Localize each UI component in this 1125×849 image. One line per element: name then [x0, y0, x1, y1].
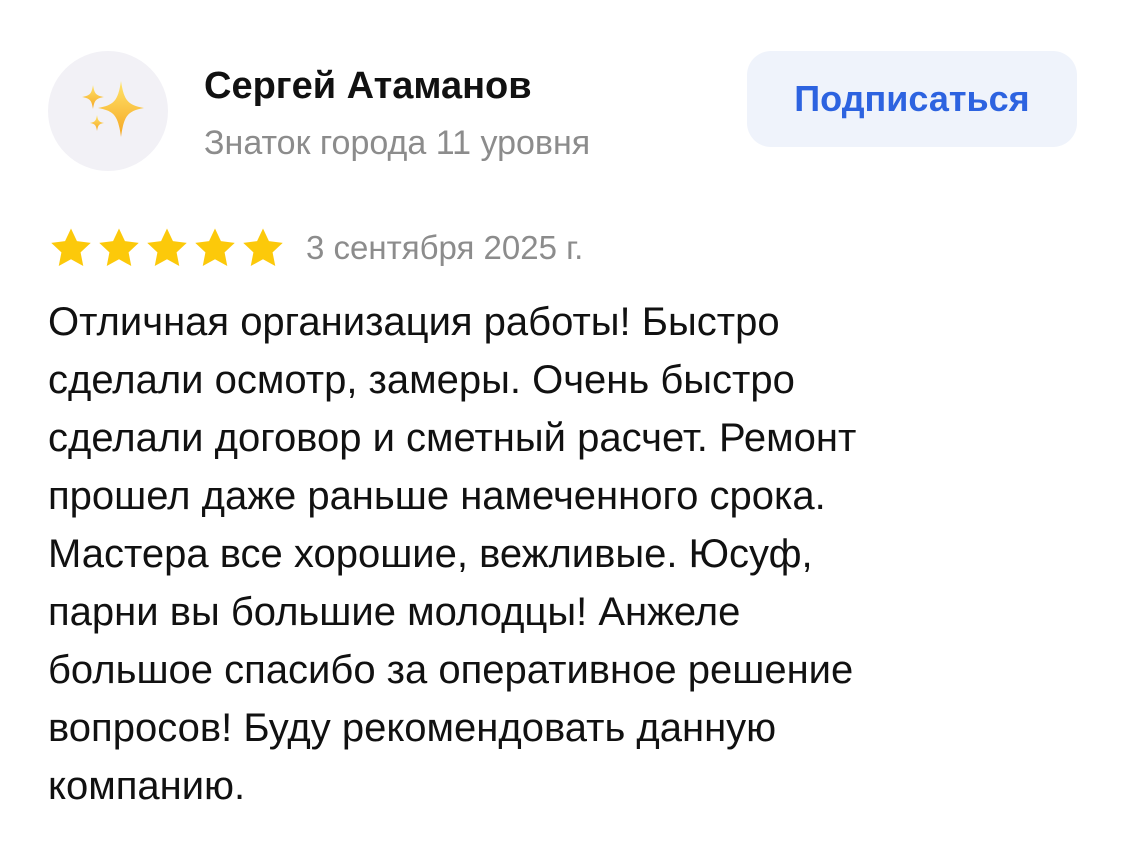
author-level: Знаток города 11 уровня [204, 124, 591, 162]
subscribe-button[interactable]: Подписаться [747, 51, 1077, 147]
sparkles-icon [82, 81, 144, 137]
rating-row: 3 сентября 2025 г. [48, 222, 583, 274]
star-icon [99, 228, 139, 267]
author-name[interactable]: Сергей Атаманов [204, 62, 532, 110]
star-icon [195, 228, 235, 267]
rating-stars [48, 225, 286, 271]
star-icon [51, 228, 91, 267]
star-icon [147, 228, 187, 267]
review-text: Отличная организация работы! Быстро сдел… [48, 300, 857, 808]
star-icon [243, 228, 283, 267]
avatar[interactable] [48, 51, 168, 171]
review-card: Сергей Атаманов Знаток города 11 уровня … [0, 0, 1125, 849]
review-date: 3 сентября 2025 г. [306, 229, 584, 266]
